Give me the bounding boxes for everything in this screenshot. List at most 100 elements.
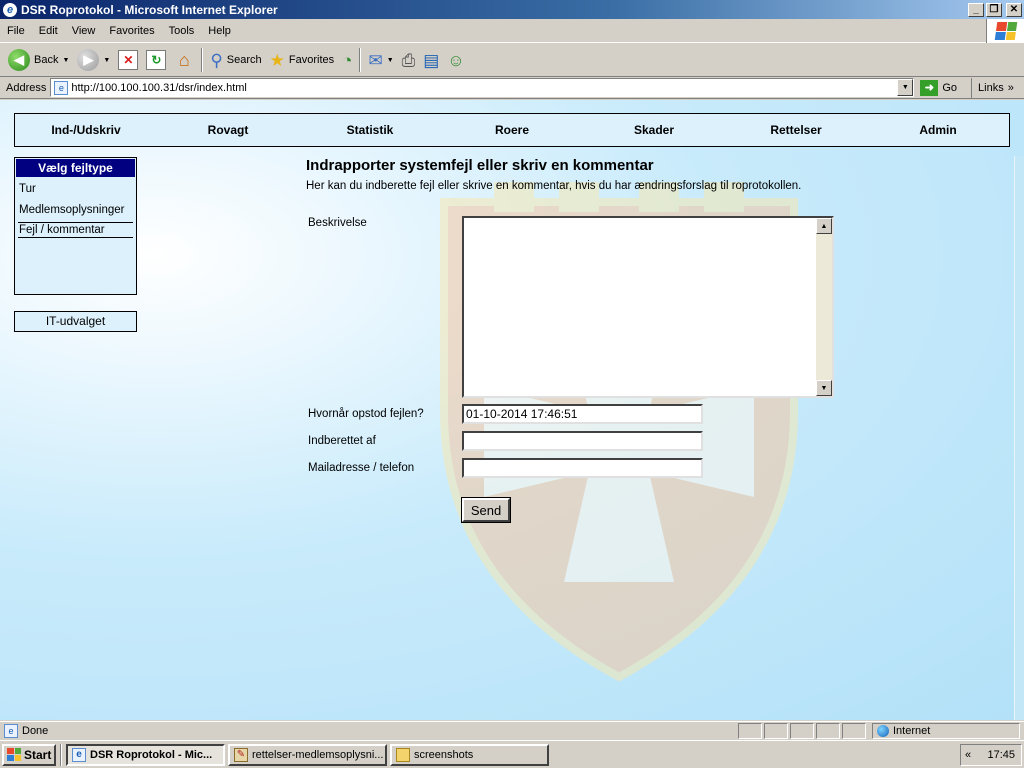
edit-button[interactable]: ▤ xyxy=(419,46,443,74)
refresh-button[interactable]: ↻ xyxy=(142,46,170,74)
mail-button[interactable]: ✉ ▼ xyxy=(364,46,397,74)
address-input[interactable]: e http://100.100.100.31/dsr/index.html ▼ xyxy=(50,78,915,97)
address-url[interactable]: http://100.100.100.31/dsr/index.html xyxy=(71,82,897,94)
messenger-button[interactable]: ☺ xyxy=(443,46,468,74)
nav-ind-udskriv[interactable]: Ind-/Udskriv xyxy=(15,123,157,137)
back-button[interactable]: ◀ Back ▼ xyxy=(4,46,73,74)
windows-flag-icon xyxy=(7,748,21,761)
page-title: Indrapporter systemfejl eller skriv en k… xyxy=(306,157,654,174)
send-button[interactable]: Send xyxy=(461,497,511,523)
home-button[interactable]: ⌂ xyxy=(170,46,198,74)
history-icon: ◔ xyxy=(342,50,353,70)
menu-bar: File Edit View Favorites Tools Help xyxy=(0,19,1024,43)
reported-by-label: Indberettet af xyxy=(308,435,376,447)
messenger-icon: ☺ xyxy=(447,50,465,70)
address-label: Address xyxy=(6,81,47,94)
scroll-down-icon[interactable]: ▼ xyxy=(816,380,832,396)
ie-icon: e xyxy=(72,747,86,762)
printer-icon: ⎙ xyxy=(401,50,416,70)
status-text: Done xyxy=(22,725,49,737)
address-bar: Address e http://100.100.100.31/dsr/inde… xyxy=(0,77,1024,99)
nav-rovagt[interactable]: Rovagt xyxy=(157,123,299,137)
zone-label: Internet xyxy=(893,725,931,737)
taskbar: Start e DSR Roprotokol - Mic... ✎ rettel… xyxy=(0,740,1024,768)
menu-favorites[interactable]: Favorites xyxy=(102,25,161,37)
task-ie-roprotokol[interactable]: e DSR Roprotokol - Mic... xyxy=(66,743,225,766)
go-arrow-icon: ➜ xyxy=(920,79,939,96)
menu-file[interactable]: File xyxy=(0,25,32,37)
menu-tools[interactable]: Tools xyxy=(162,25,202,37)
nav-roere[interactable]: Roere xyxy=(441,123,583,137)
when-label: Hvornår opstod fejlen? xyxy=(308,408,424,420)
status-panel xyxy=(764,723,788,739)
window-title: DSR Roprotokol - Microsoft Internet Expl… xyxy=(21,2,278,17)
links-button[interactable]: Links » xyxy=(971,77,1014,98)
status-panel xyxy=(816,723,840,739)
status-panel xyxy=(738,723,762,739)
home-icon: ⌂ xyxy=(178,49,190,70)
maximize-button[interactable]: ❐ xyxy=(986,2,1002,17)
forward-button[interactable]: ▶ ▼ xyxy=(73,46,114,74)
description-label: Beskrivelse xyxy=(308,217,367,229)
status-panel xyxy=(842,723,866,739)
minimize-button[interactable]: _ xyxy=(968,2,984,17)
task-rettelser-file[interactable]: ✎ rettelser-medlemsoplysni... xyxy=(228,743,387,766)
menu-view[interactable]: View xyxy=(65,25,103,37)
stop-icon: ✕ xyxy=(118,50,139,70)
nav-rettelser[interactable]: Rettelser xyxy=(725,123,867,137)
print-button[interactable]: ⎙ xyxy=(398,46,420,74)
tray-expand-icon[interactable]: « xyxy=(965,749,971,761)
close-button[interactable]: ✕ xyxy=(1006,2,1022,17)
stop-button[interactable]: ✕ xyxy=(114,46,142,74)
error-type-panel: Vælg fejltype Tur Medlemsoplysninger Fej… xyxy=(14,157,137,295)
scroll-up-icon[interactable]: ▲ xyxy=(816,218,832,234)
task-screenshots-folder[interactable]: screenshots xyxy=(390,743,549,766)
history-button[interactable]: ◔ xyxy=(338,46,356,74)
it-udvalget-link[interactable]: IT-udvalget xyxy=(14,311,137,332)
ie-icon: e xyxy=(3,2,17,17)
favorites-star-icon: ★ xyxy=(269,50,285,70)
page-viewport: Ind-/Udskriv Rovagt Statistik Roere Skad… xyxy=(0,100,1024,720)
when-input[interactable]: 01-10-2014 17:46:51 xyxy=(462,404,703,424)
menu-edit[interactable]: Edit xyxy=(32,25,65,37)
internet-globe-icon xyxy=(877,725,889,737)
sidebar-item-fejl-kommentar[interactable]: Fejl / kommentar xyxy=(18,222,133,238)
edit-icon: ▤ xyxy=(423,50,440,70)
go-label: Go xyxy=(942,81,958,94)
page-subtitle: Her kan du indberette fejl eller skrive … xyxy=(306,180,802,192)
error-type-heading: Vælg fejltype xyxy=(16,159,135,177)
task-label: rettelser-medlemsoplysni... xyxy=(252,748,384,761)
search-icon: ⚲ xyxy=(210,50,223,70)
menu-help[interactable]: Help xyxy=(201,25,238,37)
nav-statistik[interactable]: Statistik xyxy=(299,123,441,137)
textarea-scrollbar[interactable]: ▲ ▼ xyxy=(816,218,832,396)
search-button[interactable]: ⚲ Search xyxy=(206,46,265,74)
links-chevron-icon: » xyxy=(1007,81,1014,94)
go-button[interactable]: ➜ Go xyxy=(920,79,958,96)
main-nav: Ind-/Udskriv Rovagt Statistik Roere Skad… xyxy=(14,113,1010,147)
links-label: Links xyxy=(978,81,1004,94)
nav-skader[interactable]: Skader xyxy=(583,123,725,137)
sidebar-item-medlemsoplysninger[interactable]: Medlemsoplysninger xyxy=(18,201,133,219)
mail-dropdown-icon[interactable]: ▼ xyxy=(387,57,394,64)
toolbar-separator xyxy=(359,48,362,72)
contact-input[interactable] xyxy=(462,458,703,478)
address-dropdown-icon[interactable]: ▼ xyxy=(897,79,914,96)
back-dropdown-icon[interactable]: ▼ xyxy=(62,57,69,64)
favorites-label: Favorites xyxy=(288,54,335,66)
toolbar-separator xyxy=(201,48,204,72)
system-tray: « 17:45 xyxy=(960,744,1022,766)
task-label: DSR Roprotokol - Mic... xyxy=(90,748,213,761)
back-label: Back xyxy=(34,54,59,66)
page-scrollbar[interactable] xyxy=(1014,156,1024,720)
start-button[interactable]: Start xyxy=(2,743,56,766)
reported-by-input[interactable] xyxy=(462,431,703,451)
forward-dropdown-icon[interactable]: ▼ xyxy=(103,57,110,64)
security-zone: Internet xyxy=(872,723,1020,739)
favorites-button[interactable]: ★ Favorites xyxy=(266,46,339,74)
sidebar-item-tur[interactable]: Tur xyxy=(18,180,133,198)
nav-admin[interactable]: Admin xyxy=(867,123,1009,137)
contact-label: Mailadresse / telefon xyxy=(308,462,415,474)
clock: 17:45 xyxy=(987,749,1015,761)
description-textarea[interactable]: ▲ ▼ xyxy=(462,216,834,398)
